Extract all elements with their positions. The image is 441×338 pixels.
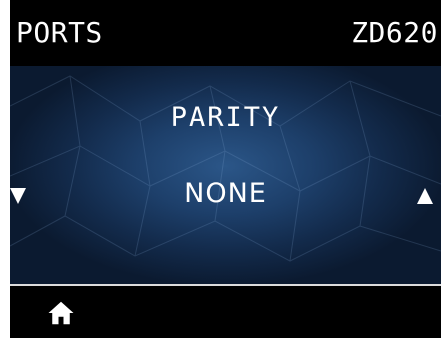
header-bar: PORTS ZD620 — [10, 0, 441, 66]
home-icon[interactable] — [46, 298, 76, 328]
bottom-bar — [10, 286, 441, 338]
triangle-up-icon[interactable] — [417, 188, 433, 204]
printer-display: PORTS ZD620 PARITY NONE — [10, 0, 441, 338]
setting-name: PARITY — [170, 102, 281, 133]
setting-value: NONE — [184, 178, 267, 209]
printer-model: ZD620 — [351, 16, 438, 49]
background-pattern — [10, 75, 441, 262]
setting-panel: PARITY NONE — [10, 66, 441, 284]
menu-title: PORTS — [16, 16, 103, 49]
